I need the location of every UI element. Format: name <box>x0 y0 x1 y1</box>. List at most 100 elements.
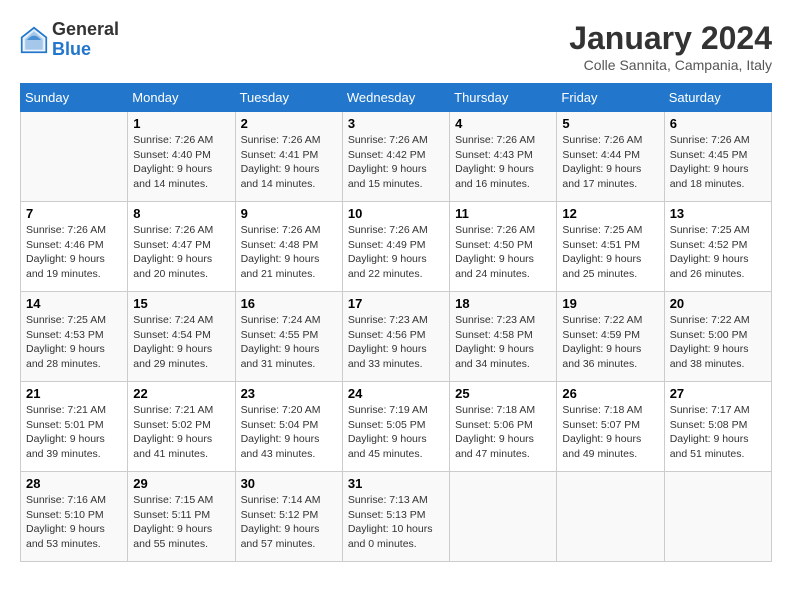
day-number: 7 <box>26 206 122 221</box>
day-number: 27 <box>670 386 766 401</box>
logo-icon <box>20 26 48 54</box>
day-header-sunday: Sunday <box>21 84 128 112</box>
day-number: 22 <box>133 386 229 401</box>
calendar-cell <box>21 112 128 202</box>
calendar-header: SundayMondayTuesdayWednesdayThursdayFrid… <box>21 84 772 112</box>
day-number: 11 <box>455 206 551 221</box>
calendar-cell: 9 Sunrise: 7:26 AM Sunset: 4:48 PM Daylig… <box>235 202 342 292</box>
day-number: 3 <box>348 116 444 131</box>
day-info: Sunrise: 7:26 AM Sunset: 4:40 PM Dayligh… <box>133 133 229 192</box>
calendar-cell: 2 Sunrise: 7:26 AM Sunset: 4:41 PM Daylig… <box>235 112 342 202</box>
calendar-week-row: 28 Sunrise: 7:16 AM Sunset: 5:10 PM Dayli… <box>21 472 772 562</box>
day-number: 29 <box>133 476 229 491</box>
day-number: 24 <box>348 386 444 401</box>
day-number: 14 <box>26 296 122 311</box>
day-number: 18 <box>455 296 551 311</box>
day-info: Sunrise: 7:26 AM Sunset: 4:46 PM Dayligh… <box>26 223 122 282</box>
calendar-cell <box>450 472 557 562</box>
day-info: Sunrise: 7:25 AM Sunset: 4:53 PM Dayligh… <box>26 313 122 372</box>
day-header-wednesday: Wednesday <box>342 84 449 112</box>
calendar-cell: 22 Sunrise: 7:21 AM Sunset: 5:02 PM Dayli… <box>128 382 235 472</box>
calendar-cell: 30 Sunrise: 7:14 AM Sunset: 5:12 PM Dayli… <box>235 472 342 562</box>
day-header-thursday: Thursday <box>450 84 557 112</box>
page-header: General Blue January 2024 Colle Sannita,… <box>20 20 772 73</box>
calendar-cell: 15 Sunrise: 7:24 AM Sunset: 4:54 PM Dayli… <box>128 292 235 382</box>
calendar-cell <box>664 472 771 562</box>
calendar-table: SundayMondayTuesdayWednesdayThursdayFrid… <box>20 83 772 562</box>
day-number: 2 <box>241 116 337 131</box>
day-number: 21 <box>26 386 122 401</box>
calendar-cell: 26Sunrise: 7:18 AM Sunset: 5:07 PM Dayli… <box>557 382 664 472</box>
calendar-cell: 19 Sunrise: 7:22 AM Sunset: 4:59 PM Dayli… <box>557 292 664 382</box>
calendar-cell: 17Sunrise: 7:23 AM Sunset: 4:56 PM Dayli… <box>342 292 449 382</box>
calendar-cell: 23Sunrise: 7:20 AM Sunset: 5:04 PM Dayli… <box>235 382 342 472</box>
day-info: Sunrise: 7:26 AM Sunset: 4:47 PM Dayligh… <box>133 223 229 282</box>
calendar-cell: 27Sunrise: 7:17 AM Sunset: 5:08 PM Dayli… <box>664 382 771 472</box>
day-info: Sunrise: 7:26 AM Sunset: 4:43 PM Dayligh… <box>455 133 551 192</box>
calendar-cell: 3Sunrise: 7:26 AM Sunset: 4:42 PM Daylig… <box>342 112 449 202</box>
calendar-week-row: 14 Sunrise: 7:25 AM Sunset: 4:53 PM Dayli… <box>21 292 772 382</box>
calendar-cell: 25Sunrise: 7:18 AM Sunset: 5:06 PM Dayli… <box>450 382 557 472</box>
day-info: Sunrise: 7:26 AM Sunset: 4:48 PM Dayligh… <box>241 223 337 282</box>
calendar-cell: 11 Sunrise: 7:26 AM Sunset: 4:50 PM Dayli… <box>450 202 557 292</box>
day-info: Sunrise: 7:26 AM Sunset: 4:49 PM Dayligh… <box>348 223 444 282</box>
day-number: 26 <box>562 386 658 401</box>
day-info: Sunrise: 7:21 AM Sunset: 5:01 PM Dayligh… <box>26 403 122 462</box>
day-info: Sunrise: 7:25 AM Sunset: 4:52 PM Dayligh… <box>670 223 766 282</box>
calendar-week-row: 7 Sunrise: 7:26 AM Sunset: 4:46 PM Daylig… <box>21 202 772 292</box>
day-number: 6 <box>670 116 766 131</box>
day-info: Sunrise: 7:22 AM Sunset: 5:00 PM Dayligh… <box>670 313 766 372</box>
day-header-tuesday: Tuesday <box>235 84 342 112</box>
day-number: 8 <box>133 206 229 221</box>
day-number: 12 <box>562 206 658 221</box>
day-info: Sunrise: 7:26 AM Sunset: 4:50 PM Dayligh… <box>455 223 551 282</box>
day-header-saturday: Saturday <box>664 84 771 112</box>
calendar-cell: 24Sunrise: 7:19 AM Sunset: 5:05 PM Dayli… <box>342 382 449 472</box>
calendar-cell: 6 Sunrise: 7:26 AM Sunset: 4:45 PM Daylig… <box>664 112 771 202</box>
day-number: 10 <box>348 206 444 221</box>
day-info: Sunrise: 7:26 AM Sunset: 4:41 PM Dayligh… <box>241 133 337 192</box>
day-info: Sunrise: 7:22 AM Sunset: 4:59 PM Dayligh… <box>562 313 658 372</box>
day-number: 16 <box>241 296 337 311</box>
day-info: Sunrise: 7:21 AM Sunset: 5:02 PM Dayligh… <box>133 403 229 462</box>
day-number: 5 <box>562 116 658 131</box>
day-info: Sunrise: 7:26 AM Sunset: 4:44 PM Dayligh… <box>562 133 658 192</box>
logo-text: General Blue <box>52 20 119 60</box>
calendar-cell: 7 Sunrise: 7:26 AM Sunset: 4:46 PM Daylig… <box>21 202 128 292</box>
day-number: 15 <box>133 296 229 311</box>
title-block: January 2024 Colle Sannita, Campania, It… <box>569 20 772 73</box>
day-number: 4 <box>455 116 551 131</box>
location-subtitle: Colle Sannita, Campania, Italy <box>569 57 772 73</box>
calendar-cell: 14 Sunrise: 7:25 AM Sunset: 4:53 PM Dayli… <box>21 292 128 382</box>
day-info: Sunrise: 7:24 AM Sunset: 4:54 PM Dayligh… <box>133 313 229 372</box>
day-info: Sunrise: 7:14 AM Sunset: 5:12 PM Dayligh… <box>241 493 337 552</box>
day-header-monday: Monday <box>128 84 235 112</box>
calendar-cell: 5 Sunrise: 7:26 AM Sunset: 4:44 PM Daylig… <box>557 112 664 202</box>
day-info: Sunrise: 7:16 AM Sunset: 5:10 PM Dayligh… <box>26 493 122 552</box>
day-info: Sunrise: 7:26 AM Sunset: 4:45 PM Dayligh… <box>670 133 766 192</box>
day-number: 25 <box>455 386 551 401</box>
day-number: 20 <box>670 296 766 311</box>
calendar-cell: 20 Sunrise: 7:22 AM Sunset: 5:00 PM Dayli… <box>664 292 771 382</box>
calendar-cell: 13Sunrise: 7:25 AM Sunset: 4:52 PM Dayli… <box>664 202 771 292</box>
calendar-cell: 4 Sunrise: 7:26 AM Sunset: 4:43 PM Daylig… <box>450 112 557 202</box>
calendar-cell: 28 Sunrise: 7:16 AM Sunset: 5:10 PM Dayli… <box>21 472 128 562</box>
calendar-week-row: 1 Sunrise: 7:26 AM Sunset: 4:40 PM Daylig… <box>21 112 772 202</box>
day-number: 30 <box>241 476 337 491</box>
day-info: Sunrise: 7:13 AM Sunset: 5:13 PM Dayligh… <box>348 493 444 552</box>
day-number: 28 <box>26 476 122 491</box>
day-header-friday: Friday <box>557 84 664 112</box>
calendar-cell: 18Sunrise: 7:23 AM Sunset: 4:58 PM Dayli… <box>450 292 557 382</box>
calendar-cell: 31 Sunrise: 7:13 AM Sunset: 5:13 PM Dayli… <box>342 472 449 562</box>
day-number: 9 <box>241 206 337 221</box>
day-number: 1 <box>133 116 229 131</box>
day-info: Sunrise: 7:23 AM Sunset: 4:56 PM Dayligh… <box>348 313 444 372</box>
day-info: Sunrise: 7:25 AM Sunset: 4:51 PM Dayligh… <box>562 223 658 282</box>
day-number: 31 <box>348 476 444 491</box>
day-number: 19 <box>562 296 658 311</box>
calendar-body: 1 Sunrise: 7:26 AM Sunset: 4:40 PM Daylig… <box>21 112 772 562</box>
calendar-cell: 1 Sunrise: 7:26 AM Sunset: 4:40 PM Daylig… <box>128 112 235 202</box>
calendar-cell: 21 Sunrise: 7:21 AM Sunset: 5:01 PM Dayli… <box>21 382 128 472</box>
day-header-row: SundayMondayTuesdayWednesdayThursdayFrid… <box>21 84 772 112</box>
day-info: Sunrise: 7:24 AM Sunset: 4:55 PM Dayligh… <box>241 313 337 372</box>
